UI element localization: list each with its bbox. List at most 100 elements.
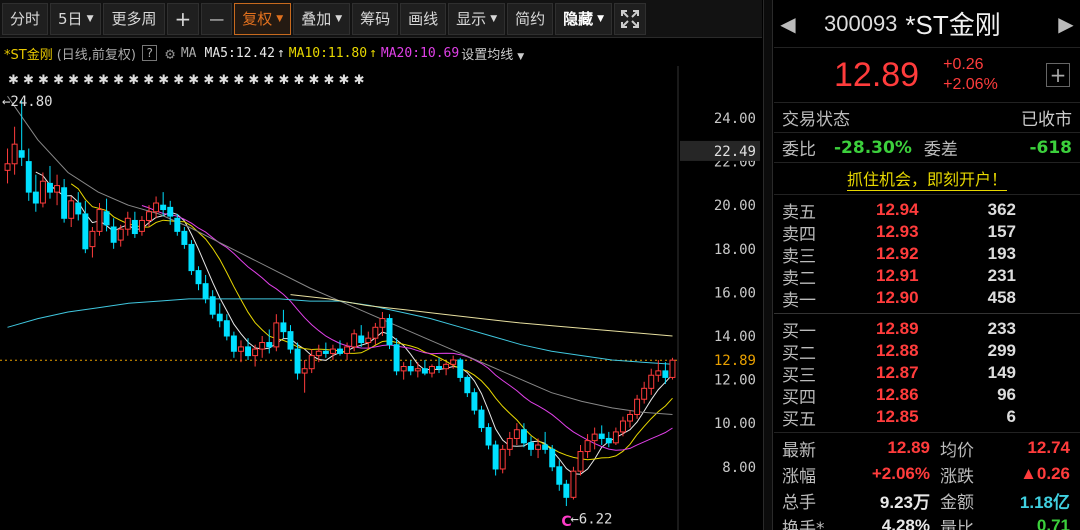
candle-body (457, 359, 464, 378)
candle-body (308, 355, 315, 370)
chevron-down-icon: ▼ (490, 13, 498, 24)
candle-body (598, 433, 605, 439)
stock-header: ◀ 300093 *ST金刚 ▶ (774, 0, 1080, 48)
candle-body (563, 483, 570, 498)
ask-level-row[interactable]: 卖三 12.92 193 (774, 243, 1080, 267)
last-price: 12.89 (834, 55, 920, 94)
chips-button[interactable]: 筹码 (352, 2, 399, 35)
ask-level-price: 12.92 (876, 244, 919, 263)
candle-body (358, 335, 365, 344)
fullscreen-button[interactable] (614, 2, 647, 35)
ask-book: 卖五 12.94 362 卖四 12.93 157 卖三 12.92 193 卖二 12.91 231… (774, 195, 1080, 314)
bid-level-row[interactable]: 买四 12.86 96 (774, 384, 1080, 408)
candle-body (280, 322, 287, 333)
ask-level-price: 12.93 (876, 222, 919, 241)
help-icon[interactable]: ? (141, 45, 158, 61)
ma-lines (7, 95, 673, 475)
display-dropdown[interactable]: 显示 ▼ (448, 2, 506, 35)
candle-body (110, 226, 117, 243)
wb-value: -28.30% (834, 137, 912, 158)
candle-body (153, 202, 160, 213)
panel-divider[interactable] (763, 0, 773, 530)
kline-chart[interactable]: ✱ ✱ ✱ ✱ ✱ ✱ ✱ ✱ ✱ ✱ ✱ ✱ ✱ ✱ ✱ ✱ ✱ ✱ ✱ ✱ … (0, 66, 762, 530)
candle-body (294, 348, 301, 374)
candle-body (75, 202, 82, 215)
gear-icon[interactable]: ⚙ (165, 44, 175, 63)
chevron-down-icon: ▼ (86, 13, 94, 24)
ma10-line (70, 183, 673, 461)
candle-body (223, 320, 230, 337)
candle-body (167, 206, 174, 217)
candle-body (259, 342, 266, 350)
set-ma-dropdown[interactable]: 设置均线 ▼ (461, 44, 524, 63)
candle-body (230, 335, 237, 352)
ask-level-row[interactable]: 卖四 12.93 157 (774, 221, 1080, 245)
bid-level-row[interactable]: 买一 12.89 233 (774, 318, 1080, 342)
bid-level-price: 12.85 (876, 407, 919, 426)
bid-level-row[interactable]: 买二 12.88 299 (774, 340, 1080, 364)
stat-value: 9.23万 (879, 492, 930, 512)
chevron-down-icon: ▼ (276, 13, 284, 24)
ma20-line (141, 205, 673, 451)
candle-body (117, 228, 124, 241)
candle-body (443, 363, 450, 370)
tab-5day[interactable]: 5日 ▼ (50, 2, 102, 35)
stat-value: 4.28% (881, 516, 930, 530)
chevron-down-icon: ▼ (335, 13, 343, 24)
stats-row: 涨幅 +2.06% 涨跌 ▲0.26 (774, 461, 1080, 487)
candle-body (266, 342, 273, 348)
tab-intraday[interactable]: 分时 (2, 2, 49, 35)
next-stock-icon[interactable]: ▶ (1052, 12, 1080, 36)
ask-level-price: 12.94 (876, 200, 919, 219)
ask-level-row[interactable]: 卖一 12.90 458 (774, 287, 1080, 311)
candle-body (131, 219, 138, 235)
adjust-rights-dropdown[interactable]: 复权 ▼ (234, 2, 292, 35)
stat-value: +2.06% (871, 464, 930, 483)
candle-body (202, 283, 209, 300)
candle-body (195, 270, 202, 285)
candle-body (450, 359, 457, 365)
candle-body (506, 437, 513, 450)
stat-label: 量比 (940, 518, 974, 530)
wc-label: 委差 (923, 140, 958, 160)
candle-body (11, 143, 18, 165)
candle-body (54, 185, 61, 193)
ma60-line (7, 95, 673, 415)
bid-level-volume: 233 (987, 319, 1016, 338)
add-watchlist-button[interactable]: + (1046, 63, 1070, 87)
min-price-annotation: ←6.22 (570, 512, 612, 528)
candle-body (138, 219, 145, 232)
stat-label: 最新 (782, 440, 816, 461)
zoom-out-button[interactable]: — (201, 2, 233, 35)
ma20-value: MA20:10.69 (380, 45, 460, 61)
y-tick-label: 12.00 (714, 373, 756, 389)
ask-level-row[interactable]: 卖二 12.91 231 (774, 265, 1080, 289)
quote-panel: ◀ 300093 *ST金刚 ▶ 12.89 +0.26 +2.06% + 交易… (774, 0, 1080, 530)
candle-body (4, 163, 11, 171)
candle-body (648, 374, 655, 389)
tab-more-periods[interactable]: 更多周 (103, 2, 165, 35)
ma10-value: MA10:11.80 (288, 45, 368, 61)
trade-status-label: 交易状态 (782, 110, 850, 130)
stats-row: 最新 12.89 均价 12.74 (774, 435, 1080, 461)
bid-level-row[interactable]: 买五 12.85 6 (774, 406, 1080, 430)
candle-body (520, 429, 527, 444)
chevron-down-icon: ▼ (597, 13, 605, 24)
y-tick-label: 14.00 (714, 329, 756, 345)
candle-body (209, 296, 216, 315)
candle-body (252, 348, 259, 357)
zoom-in-button[interactable]: + (166, 2, 200, 35)
ask-level-row[interactable]: 卖五 12.94 362 (774, 199, 1080, 223)
event-markers[interactable]: ✱ ✱ ✱ ✱ ✱ ✱ ✱ ✱ ✱ ✱ ✱ ✱ ✱ ✱ ✱ ✱ ✱ ✱ ✱ ✱ … (8, 73, 364, 88)
bid-level-row[interactable]: 买三 12.87 149 (774, 362, 1080, 386)
candle-body (372, 326, 379, 339)
simple-mode-button[interactable]: 简约 (507, 2, 554, 35)
hide-dropdown[interactable]: 隐藏 ▼ (555, 2, 613, 35)
prev-stock-icon[interactable]: ◀ (774, 12, 802, 36)
promo-link[interactable]: 抓住机会，即刻开户！ (774, 163, 1080, 195)
bid-level-price: 12.86 (876, 385, 919, 404)
overlay-dropdown[interactable]: 叠加 ▼ (293, 2, 351, 35)
draw-line-button[interactable]: 画线 (400, 2, 447, 35)
candle-body (478, 409, 485, 429)
trade-status-row: 交易状态 已收市 (774, 103, 1080, 133)
